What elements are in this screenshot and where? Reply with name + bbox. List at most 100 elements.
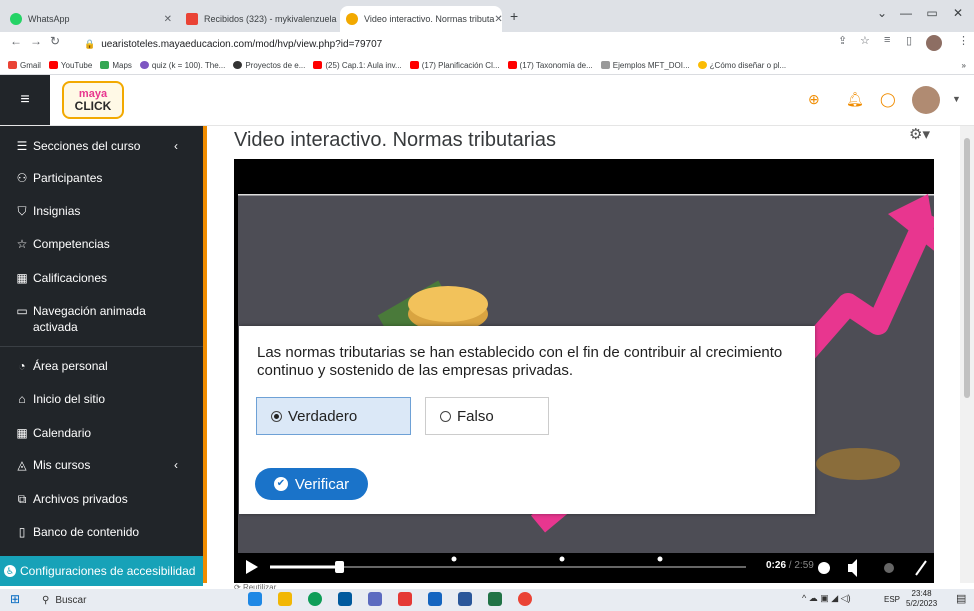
excel-icon[interactable] [488,592,502,606]
settings-gear-icon[interactable]: ⚙▾ [909,125,930,143]
sidebar-item-mis-cursos[interactable]: ◬ Mis cursos ‹ [14,457,178,473]
messages-icon[interactable]: ◯ [880,91,896,108]
sidebar-item-navegacion[interactable]: ▭ Navegación animada activada [14,303,184,335]
sidebar-item-participantes[interactable]: ⚇ Participantes [14,170,103,186]
notifications-bell-icon[interactable]: 🔔︎ [846,91,864,108]
bookmark-star-icon[interactable]: ☆ [860,34,870,47]
tab-title: WhatsApp [28,14,70,24]
new-tab-button[interactable]: + [510,8,518,24]
sidebar-divider [0,346,203,347]
list-icon: ☰ [16,139,28,153]
chevron-left-icon: ‹ [174,139,178,153]
profile-avatar[interactable] [926,35,942,51]
mail-icon[interactable] [428,592,442,606]
reload-icon[interactable]: ↻ [50,34,60,48]
current-time: 0:26 [766,560,787,571]
sidebar-item-calendario[interactable]: ▦ Calendario [14,425,91,441]
sidebar-item-secciones[interactable]: ☰ Secciones del curso ‹ [14,138,178,154]
bookmark-ejemplos[interactable]: Ejemplos MFT_DOI... [600,61,690,70]
language-indicator[interactable]: ESP [884,595,900,604]
taskbar-clock[interactable]: 23:48 5/2/2023 [906,589,937,609]
menu-toggle-icon[interactable]: ≡ [0,75,50,125]
tab-title: Recibidos (323) - mykivalenzuela [204,14,337,24]
sidebar-item-archivos[interactable]: ⧉ Archivos privados [14,491,128,507]
fullscreen-icon [915,560,927,576]
system-tray-icons[interactable]: ^ ☁ ▣ ◢ ◁) [802,593,851,604]
folder-icon: ▭ [16,304,28,318]
side-panel-icon[interactable]: ▯ [906,34,912,47]
bookmark-youtube[interactable]: YouTube [48,61,92,70]
verify-button[interactable]: ✔ Verificar [255,468,368,500]
logo-text-bottom: CLICK [74,99,112,113]
video-controls [234,553,934,583]
address-bar[interactable]: 🔒 uearistoteles.mayaeducacion.com/mod/hv… [84,35,804,53]
sidebar-item-insignias[interactable]: ⛉ Insignias [14,203,80,219]
forward-icon[interactable]: → [30,34,42,48]
total-time: / 2:59 [788,560,814,571]
tab-video-interactivo[interactable]: Video interactivo. Normas tributa ✕ [340,6,502,32]
user-avatar[interactable] [912,86,940,114]
url-text: uearistoteles.mayaeducacion.com/mod/hvp/… [101,38,383,50]
youtube-app-icon[interactable] [398,592,412,606]
window-close-icon[interactable]: ✕ [942,0,974,26]
close-icon[interactable]: ✕ [494,14,502,25]
scrollbar-thumb[interactable] [964,138,970,398]
user-menu-chevron-icon[interactable]: ▼ [952,94,961,104]
whatsapp-icon [10,13,22,25]
bookmark-taxonomia[interactable]: (17) Taxonomía de... [507,61,593,70]
sidebar-accent-bar [203,126,207,583]
chrome-icon[interactable] [518,592,532,606]
grades-icon: ▦ [16,271,28,285]
language-globe-icon[interactable]: ⊕ [808,91,820,108]
search-icon: ⚲ [42,594,50,606]
document-icon [600,61,610,69]
close-icon[interactable]: ✕ [164,14,172,25]
tab-whatsapp[interactable]: WhatsApp ✕ [4,6,178,32]
sidebar-item-area-personal[interactable]: ◔ Área personal [14,358,107,374]
site-logo[interactable]: maya CLICK [62,81,124,119]
badge-icon: ⛉ [17,204,27,218]
accessibility-settings-button[interactable]: ♿︎ Configuraciones de accesibilidad [0,556,203,586]
close-icon[interactable]: ✕ [337,14,338,25]
app-icon[interactable] [368,592,382,606]
globe-icon [233,61,243,69]
page-title: Video interactivo. Normas tributarias [234,129,556,151]
sidebar-item-banco[interactable]: ▯ Banco de contenido [14,524,139,540]
home-icon: ⌂ [18,392,26,406]
task-view-icon[interactable] [248,592,262,606]
tab-gmail[interactable]: Recibidos (323) - mykivalenzuela ✕ [180,6,338,32]
chevron-left-icon: ‹ [174,458,178,472]
dashboard-icon: ◔ [18,359,26,373]
back-icon[interactable]: ← [10,34,22,48]
accessibility-icon: ♿︎ [4,565,16,577]
bookmark-planificacion[interactable]: (17) Planificación Cl... [409,61,500,70]
check-icon: ✔ [273,477,288,491]
file-explorer-icon[interactable] [278,592,292,606]
windows-start-icon[interactable]: ⊞ [10,592,24,606]
option-verdadero[interactable]: Verdadero [256,397,411,435]
store-icon[interactable] [338,592,352,606]
bookmark-maps[interactable]: Maps [100,61,132,70]
bookmark-como-disenar[interactable]: ¿Cómo diseñar o pl... [697,61,786,70]
bookmark-cap1[interactable]: (25) Cap.1: Aula inv... [313,61,402,70]
reading-list-icon[interactable]: ≡ [884,34,890,46]
youtube-icon [313,61,323,69]
bookmark-quiz[interactable]: quiz (k = 100). The... [139,61,225,70]
word-icon[interactable] [458,592,472,606]
taskbar-search[interactable]: ⚲ Buscar [42,591,192,609]
quality-gear-icon [884,563,894,573]
users-icon: ⚇ [16,171,28,185]
lock-icon: 🔒 [84,38,96,49]
bookmark-proyectos[interactable]: Proyectos de e... [233,61,305,70]
notifications-icon[interactable]: ▤ [956,592,966,605]
more-bookmarks-icon[interactable]: » [962,61,966,70]
seek-handle [335,561,345,573]
sidebar-item-calificaciones[interactable]: ▦ Calificaciones [14,270,107,286]
option-falso[interactable]: Falso [425,397,549,435]
bookmark-gmail[interactable]: Gmail [8,61,41,70]
sidebar-item-competencias[interactable]: ☆ Competencias [14,236,110,252]
edge-icon[interactable] [308,592,322,606]
chrome-menu-icon[interactable]: ⋮ [958,34,969,47]
sidebar-item-inicio[interactable]: ⌂ Inicio del sitio [14,391,105,407]
share-icon[interactable]: ⇪ [838,34,847,47]
